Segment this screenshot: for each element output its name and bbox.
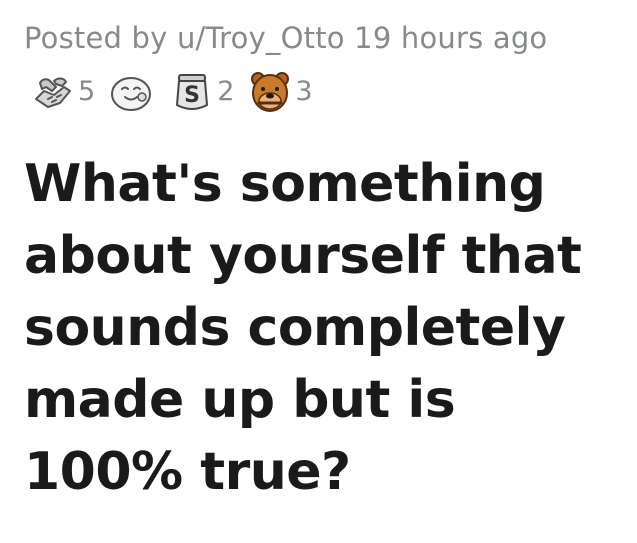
award-silver[interactable]: S 2 — [169, 69, 240, 115]
author-link[interactable]: u/Troy_Otto — [177, 21, 345, 55]
award-count: 2 — [217, 76, 235, 107]
posted-by-label: Posted by — [24, 21, 168, 55]
award-count: 3 — [295, 76, 313, 107]
svg-text:S: S — [184, 83, 200, 108]
awards-bar: 5 S 2 3 — [30, 68, 326, 116]
post-meta: Posted by u/Troy_Otto 19 hours ago — [24, 18, 547, 58]
award-handshake[interactable]: 5 — [30, 69, 101, 115]
award-wholesome[interactable] — [108, 69, 162, 115]
post-age: 19 hours ago — [354, 21, 548, 55]
bear-award-icon — [251, 72, 290, 112]
wholesome-face-award-icon — [111, 77, 152, 111]
silver-s-award-icon: S — [176, 74, 209, 110]
handshake-award-icon — [35, 77, 71, 108]
award-count: 5 — [78, 76, 96, 107]
award-bear[interactable]: 3 — [247, 69, 318, 115]
post-title[interactable]: What's something about yourself that sou… — [24, 148, 624, 508]
